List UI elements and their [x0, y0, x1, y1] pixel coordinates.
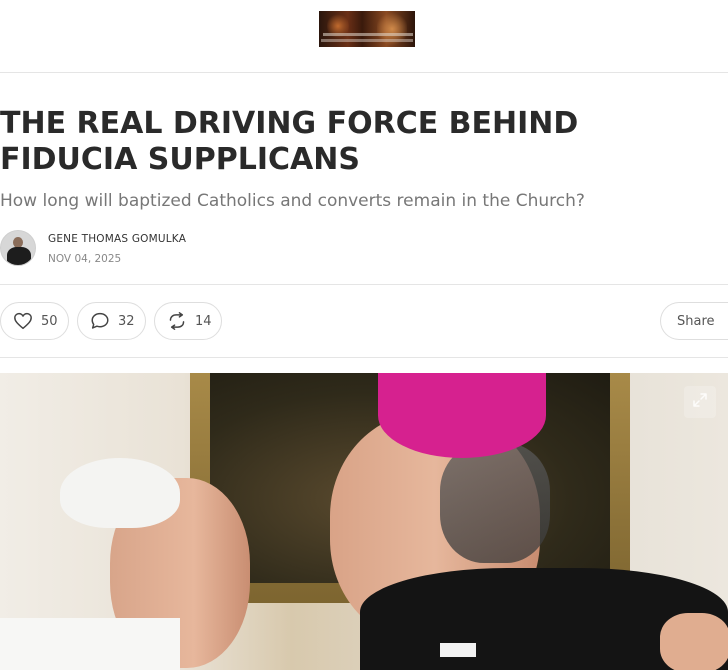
- comment-icon: [90, 312, 110, 330]
- restack-count: 14: [195, 313, 212, 329]
- hero-person-left-skullcap: [60, 458, 180, 528]
- author-avatar[interactable]: [0, 230, 36, 266]
- heart-icon: [13, 312, 33, 330]
- publication-header: [0, 0, 728, 72]
- share-button[interactable]: Share: [660, 302, 728, 340]
- logo-caption-line1: [323, 33, 413, 36]
- like-count: 50: [41, 313, 58, 329]
- comment-button[interactable]: 32: [77, 302, 146, 340]
- header-divider: [0, 72, 728, 73]
- post-subtitle: How long will baptized Catholics and con…: [0, 191, 585, 211]
- restack-button[interactable]: 14: [154, 302, 222, 340]
- post-date: NOV 04, 2025: [48, 253, 122, 265]
- hero-person-left-robe: [0, 618, 180, 670]
- publication-logo[interactable]: [319, 11, 415, 47]
- author-name[interactable]: GENE THOMAS GOMULKA: [48, 233, 186, 245]
- comment-count: 32: [118, 313, 135, 329]
- byline-divider: [0, 284, 728, 285]
- hero-person-right-zucchetto: [378, 373, 546, 458]
- share-label: Share: [677, 313, 715, 329]
- actions-divider: [0, 357, 728, 358]
- avatar-body: [7, 247, 31, 265]
- restack-icon: [167, 312, 187, 330]
- hero-person-right-hair: [440, 443, 550, 563]
- hero-clerical-collar: [440, 643, 476, 657]
- hero-image[interactable]: [0, 373, 728, 670]
- logo-caption-line2: [321, 39, 413, 42]
- like-button[interactable]: 50: [0, 302, 69, 340]
- expand-icon: [692, 392, 708, 412]
- post-title: THE REAL DRIVING FORCE BEHIND FIDUCIA SU…: [0, 106, 579, 177]
- expand-image-button[interactable]: [684, 386, 716, 418]
- hero-hand: [660, 613, 728, 670]
